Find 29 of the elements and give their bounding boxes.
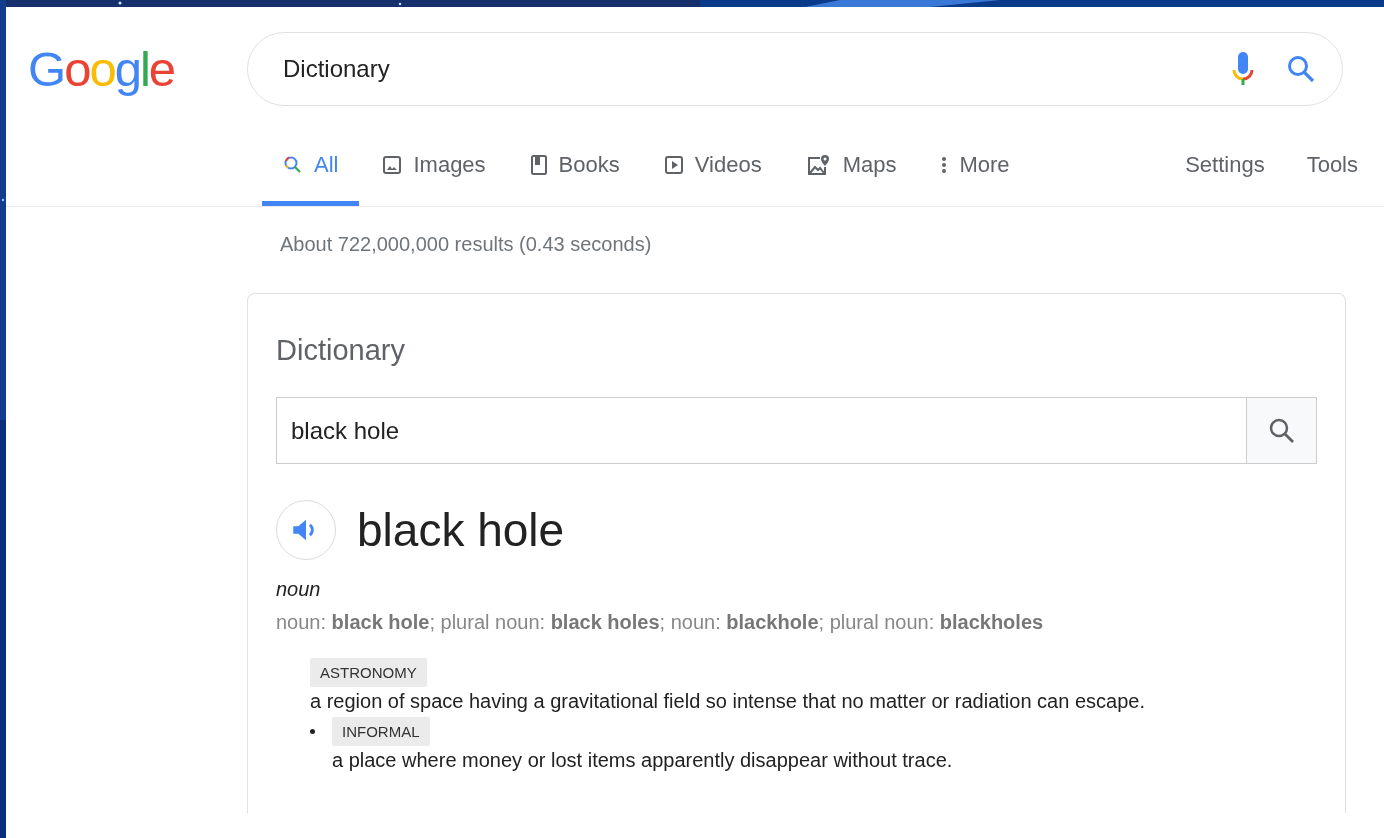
search-icon [283,155,303,175]
result-stats: About 722,000,000 results (0.43 seconds) [279,232,653,257]
tab[interactable]: Books [508,145,641,206]
tab[interactable]: More [919,145,1031,206]
search-icon [1267,416,1296,445]
usage-label: INFORMAL [332,717,430,746]
part-of-speech: noun [276,578,322,601]
tool-link[interactable]: Settings [1143,152,1265,206]
search-button[interactable] [1246,398,1316,463]
word-forms: noun: black hole; plural noun: black holes; noun: blackhole; plural noun: blackholes [276,611,1045,634]
logo[interactable]: Google [28,44,247,94]
tool-link[interactable]: Tools [1264,152,1358,206]
tab[interactable]: All [262,145,360,206]
tab[interactable]: Images [361,145,507,206]
tab[interactable]: Videos [642,145,783,206]
usage-label: ASTRONOMY [310,658,427,687]
card-title: Dictionary [276,334,406,367]
definition: a place where money or lost items apparently disappear without trace. [332,749,954,772]
book-icon [529,155,548,175]
map-icon [805,154,832,176]
definition: a region of space having a gravitational field so intense that no matter or radiation can escape. [310,690,1146,713]
play-icon [663,155,684,175]
dictionary-search-field[interactable]: black hole [276,397,1317,464]
more-icon [940,155,949,175]
tab[interactable]: Maps [784,145,918,206]
image-icon [382,155,403,175]
search-icon[interactable] [1286,54,1316,84]
microphone-icon[interactable] [1232,51,1254,87]
headword: black hole [357,503,565,557]
